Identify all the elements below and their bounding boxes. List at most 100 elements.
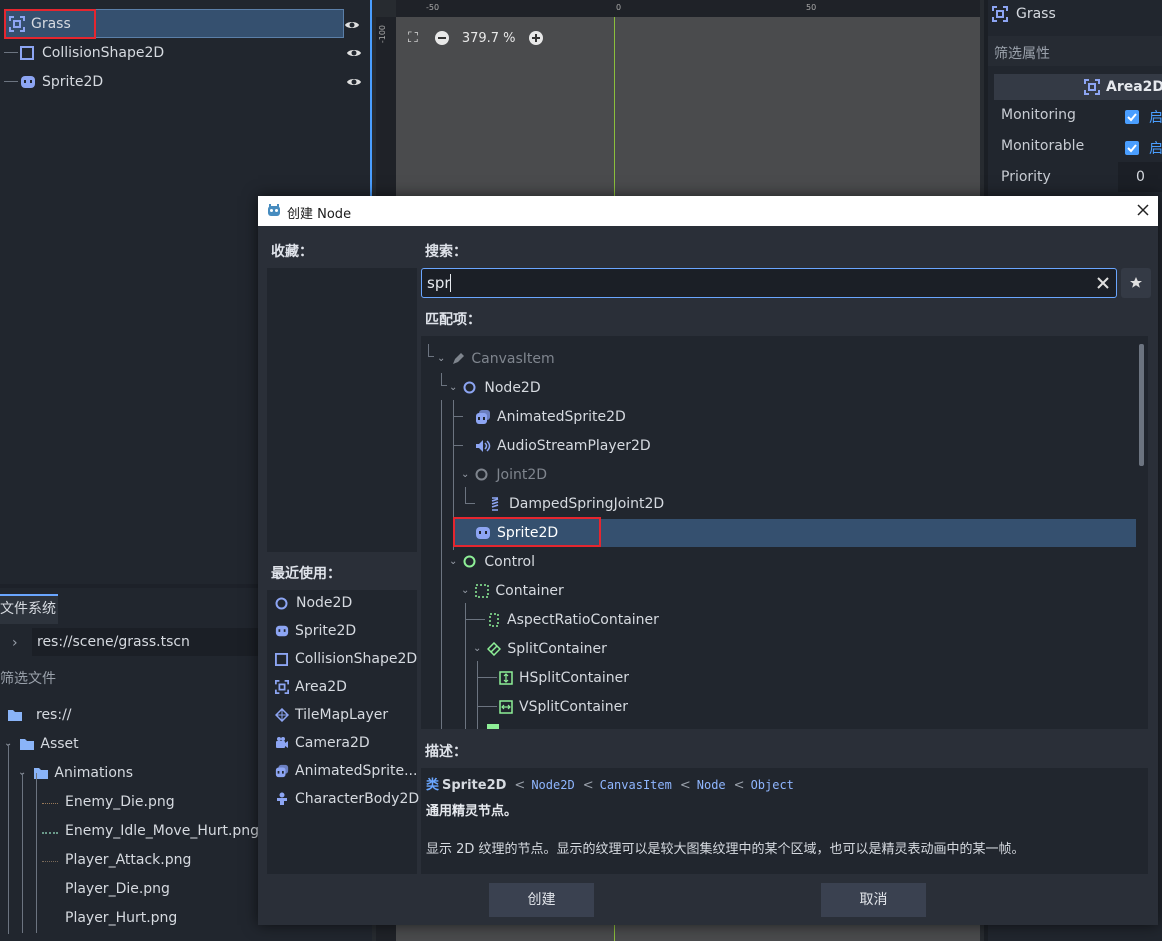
match-item-node2d[interactable]: ⌄ Node2D: [449, 373, 541, 402]
spring-icon: [487, 496, 503, 512]
fs-folder-animations[interactable]: ⌄ Animations: [0, 758, 133, 787]
chevron-down-icon: ⌄: [461, 585, 470, 596]
filesystem-path-field[interactable]: res://scene/grass.tscn: [32, 628, 262, 656]
chevron-right-icon[interactable]: ›: [12, 635, 18, 651]
zoom-in-icon[interactable]: [528, 30, 544, 46]
inheritance-link[interactable]: Node2D: [531, 778, 574, 792]
center-view-icon[interactable]: ⛶: [408, 30, 418, 46]
favorites-label: 收藏：: [271, 244, 313, 260]
visibility-eye-icon[interactable]: [346, 45, 362, 61]
priority-input[interactable]: 0: [1118, 162, 1162, 192]
favorite-star-button[interactable]: [1121, 268, 1151, 298]
inheritance-separator: <: [582, 778, 594, 793]
monitoring-checkbox[interactable]: 启: [1125, 107, 1162, 127]
fs-file-item[interactable]: Player_Attack.png: [0, 845, 191, 874]
match-item-label: AspectRatioContainer: [507, 611, 659, 628]
filesystem-filter-input[interactable]: 筛选文件: [0, 668, 56, 688]
match-item-label: VSplitContainer: [519, 698, 629, 715]
collisionshape2d-icon: [275, 652, 288, 666]
property-name: Monitoring: [1001, 107, 1076, 123]
favorites-list[interactable]: [267, 268, 417, 552]
recent-item[interactable]: CollisionShape2D: [275, 645, 417, 673]
inheritance-link[interactable]: Node: [697, 778, 726, 792]
property-value: 启: [1149, 110, 1162, 126]
scene-node-sprite2d[interactable]: Sprite2D: [0, 67, 370, 96]
match-item-hsplitcontainer[interactable]: HSplitContainer: [499, 663, 629, 692]
close-icon[interactable]: [1136, 203, 1150, 217]
class-name[interactable]: Sprite2D: [442, 778, 506, 793]
cancel-button[interactable]: 取消: [821, 883, 926, 917]
match-item-aspectratiocontainer[interactable]: AspectRatioContainer: [487, 605, 659, 634]
match-item-vsplitcontainer[interactable]: VSplitContainer: [499, 692, 628, 721]
recent-item-label: AnimatedSprite...: [295, 763, 418, 779]
clear-search-icon[interactable]: [1096, 276, 1110, 290]
inheritance-link[interactable]: Object: [751, 778, 794, 792]
fs-folder-res[interactable]: res://: [0, 700, 72, 729]
checkbox-checked-icon: [1125, 110, 1139, 124]
sprite2d-icon: [20, 74, 36, 90]
property-monitorable: Monitorable: [1001, 138, 1084, 154]
collisionshape2d-icon: [20, 45, 34, 60]
match-item-canvasitem[interactable]: ⌄ CanvasItem: [437, 344, 555, 373]
recent-item[interactable]: Area2D: [275, 673, 347, 701]
fs-file-item[interactable]: Enemy_Die.png: [0, 787, 175, 816]
search-input[interactable]: spr: [421, 268, 1117, 298]
description-text: 显示 2D 纹理的节点。显示的纹理可以是较大图集纹理中的某个区域，也可以是精灵表…: [426, 842, 1025, 857]
inheritance-separator: <: [514, 778, 526, 793]
chevron-down-icon: ⌄: [449, 382, 458, 393]
property-value: 启: [1149, 141, 1162, 157]
match-item-container[interactable]: ⌄ Container: [461, 576, 564, 605]
match-item-splitcontainer[interactable]: ⌄ SplitContainer: [473, 634, 607, 663]
fs-item-label: Player_Die.png: [65, 880, 170, 897]
fs-folder-asset[interactable]: ⌄ Asset: [0, 729, 79, 758]
scene-node-collisionshape2d[interactable]: CollisionShape2D: [0, 38, 370, 67]
zoom-level-label[interactable]: 379.7 %: [462, 31, 516, 46]
fs-file-item[interactable]: Player_Die.png: [0, 874, 170, 903]
recent-item-label: CollisionShape2D: [295, 651, 418, 667]
create-button[interactable]: 创建: [489, 883, 594, 917]
fs-item-label: Asset: [40, 735, 79, 752]
match-item-animatedsprite2d[interactable]: AnimatedSprite2D: [475, 402, 626, 431]
fs-file-item[interactable]: Enemy_Idle_Move_Hurt.png: [0, 816, 259, 845]
match-item-label: Node2D: [484, 379, 541, 396]
filesystem-tab[interactable]: 文件系统: [0, 594, 58, 624]
matches-scrollbar[interactable]: [1139, 344, 1144, 466]
sprite2d-highlight-box: [453, 517, 601, 547]
fs-file-item[interactable]: Player_Hurt.png: [0, 903, 177, 932]
folder-icon: [20, 738, 35, 750]
partial-row-icon: [487, 724, 499, 729]
image-thumbnail-icon: [42, 857, 58, 862]
inspector-class-header: Area2D: [994, 74, 1162, 100]
recent-item[interactable]: TileMapLayer: [275, 701, 388, 729]
inheritance-link[interactable]: CanvasItem: [600, 778, 672, 792]
text-cursor: [450, 274, 451, 292]
match-item-joint2d[interactable]: ⌄ Joint2D: [461, 460, 547, 489]
chevron-down-icon: ⌄: [437, 353, 446, 364]
recent-item[interactable]: CharacterBody2D: [275, 785, 419, 813]
search-input-value: spr: [427, 274, 451, 292]
match-item-audiostreamplayer2d[interactable]: AudioStreamPlayer2D: [475, 431, 651, 460]
recent-item[interactable]: Node2D: [275, 589, 352, 617]
monitorable-checkbox[interactable]: 启: [1125, 138, 1162, 158]
recent-item[interactable]: Sprite2D: [275, 617, 356, 645]
match-item-dampedspringjoint2d[interactable]: DampedSpringJoint2D: [487, 489, 664, 518]
fs-item-label: Enemy_Idle_Move_Hurt.png: [65, 822, 260, 839]
matches-tree[interactable]: ⌄ CanvasItem ⌄ Node2D AnimatedSprite2D A…: [421, 336, 1148, 729]
match-item-label: Joint2D: [496, 466, 548, 483]
visibility-eye-icon[interactable]: [346, 74, 362, 90]
match-item-label: CanvasItem: [471, 350, 555, 367]
fs-item-label: Player_Hurt.png: [65, 909, 178, 926]
area2d-icon: [275, 680, 289, 694]
visibility-eye-icon[interactable]: [344, 17, 360, 33]
match-item-control[interactable]: ⌄ Control: [449, 547, 535, 576]
aspect-ratio-icon: [487, 612, 501, 627]
inspector-filter-input[interactable]: 筛选属性: [988, 36, 1162, 66]
control-icon: [463, 555, 476, 568]
recent-item[interactable]: AnimatedSprite...: [275, 757, 417, 785]
recent-list[interactable]: Node2D Sprite2D CollisionShape2D Area2D …: [267, 589, 419, 874]
recent-item-label: Node2D: [296, 595, 353, 611]
node2d-icon: [275, 597, 288, 610]
recent-item[interactable]: Camera2D: [275, 729, 370, 757]
zoom-out-icon[interactable]: [434, 30, 450, 46]
inspector-node-name: Grass: [1016, 6, 1056, 22]
